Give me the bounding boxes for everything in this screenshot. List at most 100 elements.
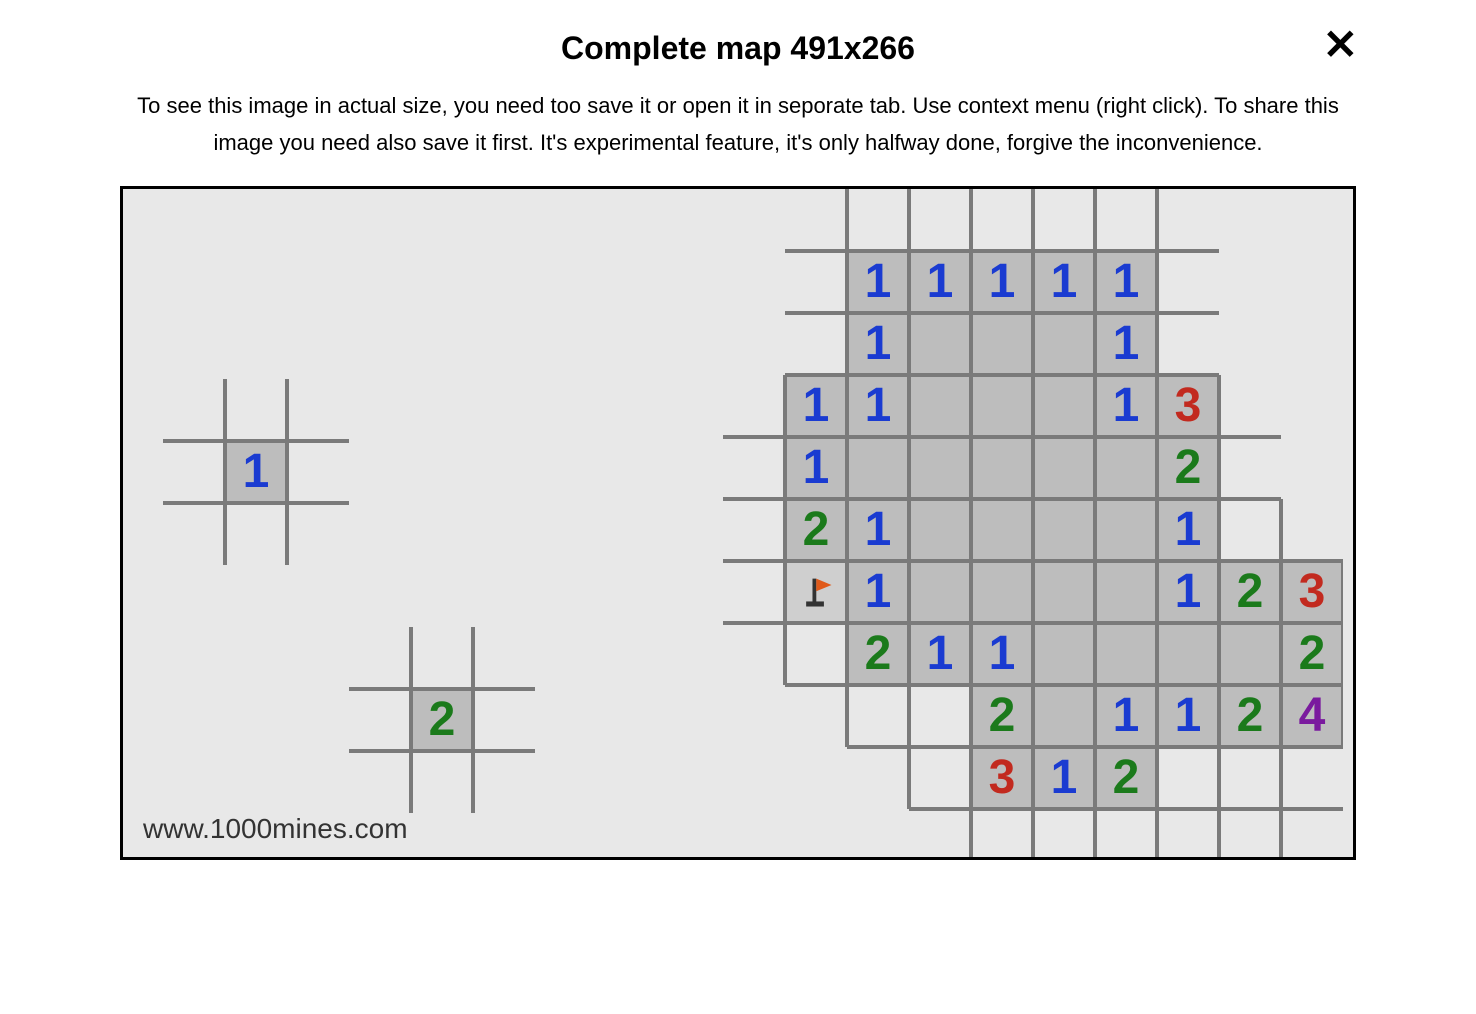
cell-number-2[interactable]: 2 — [971, 685, 1033, 747]
cell-hidden[interactable] — [1219, 375, 1281, 437]
cell-revealed-empty[interactable] — [1033, 499, 1095, 561]
cell-number-1[interactable]: 1 — [1095, 313, 1157, 375]
cell-hidden[interactable] — [847, 685, 909, 747]
cell-revealed-empty[interactable] — [1095, 437, 1157, 499]
cell-hidden[interactable] — [411, 627, 473, 689]
cell-revealed-empty[interactable] — [1033, 561, 1095, 623]
cell-number-1[interactable]: 1 — [785, 437, 847, 499]
cell-number-1[interactable]: 1 — [847, 251, 909, 313]
cell-hidden[interactable] — [971, 189, 1033, 251]
cell-number-3[interactable]: 3 — [971, 747, 1033, 809]
cell-hidden[interactable] — [723, 499, 785, 561]
cell-hidden[interactable] — [723, 375, 785, 437]
cell-hidden[interactable] — [225, 379, 287, 441]
cell-hidden[interactable] — [287, 441, 349, 503]
cell-hidden[interactable] — [909, 809, 971, 860]
cell-revealed-empty[interactable] — [1095, 623, 1157, 685]
cell-hidden[interactable] — [287, 379, 349, 441]
cell-hidden[interactable] — [785, 251, 847, 313]
cell-number-1[interactable]: 1 — [1095, 375, 1157, 437]
cell-hidden[interactable] — [785, 623, 847, 685]
cell-number-1[interactable]: 1 — [909, 623, 971, 685]
cell-number-1[interactable]: 1 — [1095, 251, 1157, 313]
cell-hidden[interactable] — [785, 685, 847, 747]
cell-hidden[interactable] — [473, 751, 535, 813]
cell-hidden[interactable] — [1157, 251, 1219, 313]
cell-hidden[interactable] — [163, 441, 225, 503]
cell-hidden[interactable] — [1033, 189, 1095, 251]
cell-hidden[interactable] — [847, 189, 909, 251]
close-button[interactable]: ✕ — [1315, 20, 1366, 70]
cell-hidden[interactable] — [909, 685, 971, 747]
cell-number-2[interactable]: 2 — [1281, 623, 1343, 685]
cell-hidden[interactable] — [1095, 809, 1157, 860]
cell-hidden[interactable] — [473, 627, 535, 689]
cell-hidden[interactable] — [1095, 189, 1157, 251]
cell-hidden[interactable] — [473, 689, 535, 751]
cell-revealed-empty[interactable] — [1033, 375, 1095, 437]
cell-number-2[interactable]: 2 — [847, 623, 909, 685]
cell-revealed-empty[interactable] — [971, 375, 1033, 437]
cell-hidden[interactable] — [1281, 747, 1343, 809]
cell-hidden[interactable] — [723, 437, 785, 499]
cell-number-1[interactable]: 1 — [909, 251, 971, 313]
cell-number-1[interactable]: 1 — [847, 561, 909, 623]
cell-number-1[interactable]: 1 — [1157, 685, 1219, 747]
cell-revealed-empty[interactable] — [1033, 437, 1095, 499]
cell-hidden[interactable] — [1219, 747, 1281, 809]
cell-hidden[interactable] — [349, 689, 411, 751]
cell-hidden[interactable] — [287, 503, 349, 565]
cell-hidden[interactable] — [411, 751, 473, 813]
cell-number-4[interactable]: 4 — [1281, 685, 1343, 747]
cell-revealed-empty[interactable] — [909, 437, 971, 499]
cell-hidden[interactable] — [909, 747, 971, 809]
cell-revealed-empty[interactable] — [847, 437, 909, 499]
cell-number-3[interactable]: 3 — [1281, 561, 1343, 623]
cell-revealed-empty[interactable] — [1095, 499, 1157, 561]
cell-number-1[interactable]: 1 — [847, 499, 909, 561]
cell-hidden[interactable] — [1281, 809, 1343, 860]
cell-number-2[interactable]: 2 — [785, 499, 847, 561]
cell-hidden[interactable] — [1219, 809, 1281, 860]
cell-hidden[interactable] — [847, 747, 909, 809]
cell-revealed-empty[interactable] — [1095, 561, 1157, 623]
cell-revealed-empty[interactable] — [971, 437, 1033, 499]
cell-hidden[interactable] — [1219, 499, 1281, 561]
cell-hidden[interactable] — [1157, 313, 1219, 375]
cell-hidden[interactable] — [1157, 189, 1219, 251]
cell-hidden[interactable] — [1281, 499, 1343, 561]
cell-number-2[interactable]: 2 — [1219, 685, 1281, 747]
cell-hidden[interactable] — [1219, 437, 1281, 499]
cell-hidden[interactable] — [163, 503, 225, 565]
cell-hidden[interactable] — [349, 751, 411, 813]
cell-revealed-empty[interactable] — [1033, 313, 1095, 375]
cell-number-3[interactable]: 3 — [1157, 375, 1219, 437]
cell-hidden[interactable] — [1157, 747, 1219, 809]
cell-revealed-empty[interactable] — [1219, 623, 1281, 685]
cell-revealed-empty[interactable] — [1157, 623, 1219, 685]
cell-number-1[interactable]: 1 — [1095, 685, 1157, 747]
cell-number-1[interactable]: 1 — [225, 441, 287, 503]
cell-number-1[interactable]: 1 — [971, 623, 1033, 685]
cell-number-1[interactable]: 1 — [847, 313, 909, 375]
cell-number-1[interactable]: 1 — [971, 251, 1033, 313]
cell-hidden[interactable] — [971, 809, 1033, 860]
cell-hidden[interactable] — [785, 313, 847, 375]
cell-number-1[interactable]: 1 — [1033, 747, 1095, 809]
cell-revealed-empty[interactable] — [909, 561, 971, 623]
cell-number-1[interactable]: 1 — [1157, 561, 1219, 623]
cell-hidden[interactable] — [723, 561, 785, 623]
cell-revealed-empty[interactable] — [909, 313, 971, 375]
cell-hidden[interactable] — [1033, 809, 1095, 860]
cell-hidden[interactable] — [909, 189, 971, 251]
cell-revealed-empty[interactable] — [971, 499, 1033, 561]
cell-hidden[interactable] — [163, 379, 225, 441]
cell-hidden[interactable] — [349, 627, 411, 689]
cell-revealed-empty[interactable] — [1033, 685, 1095, 747]
cell-number-1[interactable]: 1 — [785, 375, 847, 437]
cell-hidden[interactable] — [785, 189, 847, 251]
cell-hidden[interactable] — [1157, 809, 1219, 860]
cell-flag[interactable] — [785, 561, 847, 623]
cell-revealed-empty[interactable] — [1033, 623, 1095, 685]
cell-number-1[interactable]: 1 — [1157, 499, 1219, 561]
